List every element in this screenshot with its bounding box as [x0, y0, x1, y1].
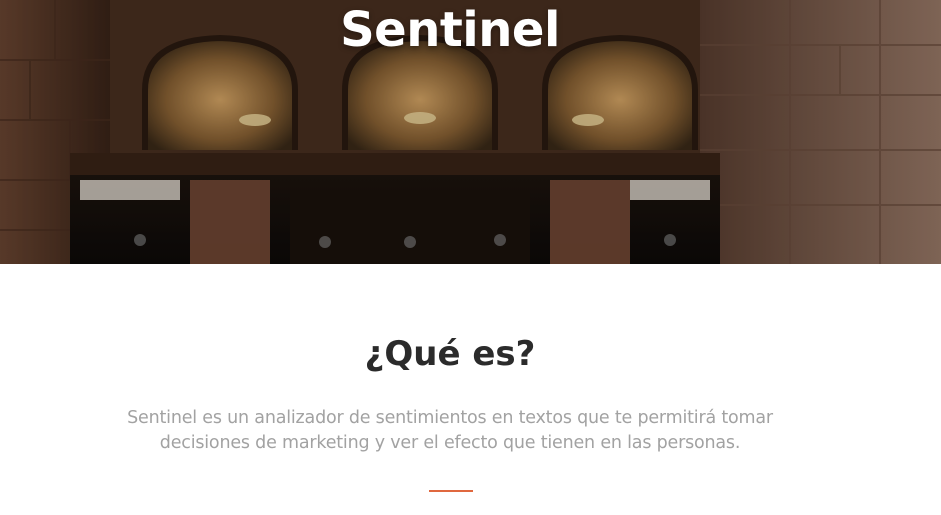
section-description: Sentinel es un analizador de sentimiento… — [127, 408, 773, 453]
hero-title: Sentinel — [340, 2, 560, 58]
section-title: ¿Qué es? — [364, 334, 536, 374]
hero-banner: Sentinel — [0, 0, 941, 264]
accent-divider — [429, 490, 473, 492]
